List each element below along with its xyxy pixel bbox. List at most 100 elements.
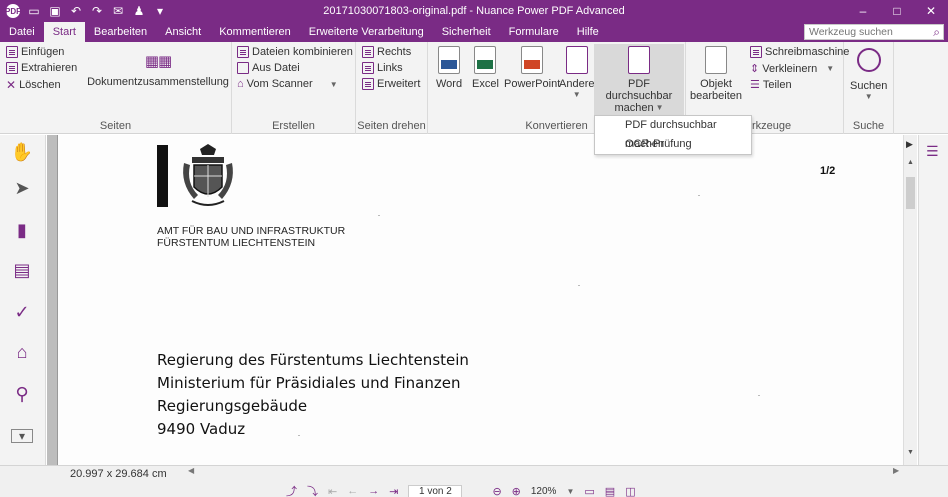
suchen-button[interactable]: Suchen ▼: [850, 46, 887, 101]
suchen-label: Suchen: [850, 80, 888, 92]
vom-scanner-button[interactable]: ⌂ Vom Scanner ▼: [237, 78, 338, 90]
teilen-button[interactable]: ☰ Teilen: [750, 78, 792, 92]
extract-page-icon: [6, 62, 18, 74]
zoom-dropdown-icon[interactable]: ▼: [566, 487, 574, 496]
objekt-bearbeiten-button[interactable]: Objekt bearbeiten: [690, 46, 742, 102]
erweitert-button[interactable]: Erweitert: [362, 78, 420, 90]
zoom-level[interactable]: 120%: [531, 486, 557, 497]
pdf-durchsuchbar-button[interactable]: PDF durchsuchbar machen ▼: [594, 44, 684, 116]
dokumentzusammenstellung-button[interactable]: ▦▦ Dokumentzusammenstellung: [87, 52, 229, 88]
continuous-view-icon[interactable]: ▤: [605, 485, 615, 497]
typewriter-icon: [750, 46, 762, 58]
tab-datei[interactable]: Datei: [0, 22, 44, 42]
powerpoint-button[interactable]: PowerPoint: [504, 46, 560, 90]
document-view[interactable]: AMT FÜR BAU UND INFRASTRUKTUR FÜRSTENTUM…: [47, 135, 903, 465]
tab-ansicht[interactable]: Ansicht: [156, 22, 210, 42]
tab-start[interactable]: Start: [43, 22, 85, 42]
tab-hilfe[interactable]: Hilfe: [568, 22, 608, 42]
stamps-icon[interactable]: ⌂: [11, 341, 33, 363]
scroll-down-icon[interactable]: ▼: [907, 449, 914, 456]
scan-speck: [578, 285, 580, 286]
signatures-icon[interactable]: ✓: [11, 301, 33, 323]
loeschen-button[interactable]: ✕ Löschen: [6, 78, 61, 92]
tab-formulare[interactable]: Formulare: [500, 22, 568, 42]
app-window: PDF ▭ ▣ ↶ ↷ ✉ ♟ ▾ 20171030071803-origina…: [0, 0, 948, 497]
einfuegen-button[interactable]: Einfügen: [6, 46, 64, 58]
tab-bearbeiten[interactable]: Bearbeiten: [85, 22, 156, 42]
menu-item-ocr-pruefung[interactable]: OCR-Prüfung: [595, 135, 751, 154]
excel-button[interactable]: Excel: [472, 46, 499, 90]
undo-icon[interactable]: ↶: [69, 4, 83, 18]
bookmarks-icon[interactable]: ▮: [11, 219, 33, 241]
address-line-3: Regierungsgebäude: [157, 397, 308, 415]
andere-dropdown-icon[interactable]: ▼: [573, 90, 581, 99]
stamp-icon[interactable]: ♟: [132, 4, 146, 18]
scroll-left-icon[interactable]: ◀: [188, 466, 194, 475]
scroll-up-icon[interactable]: ▲: [907, 159, 914, 166]
links-button[interactable]: Links: [362, 62, 403, 74]
rechts-button[interactable]: Rechts: [362, 46, 411, 58]
single-page-view-icon[interactable]: ▭: [584, 485, 594, 497]
next-page-icon[interactable]: →: [368, 485, 379, 497]
erweitert-label: Erweitert: [377, 78, 421, 90]
menu-item-pdf-durchsuchbar-machen[interactable]: PDF durchsuchbar machen: [595, 116, 751, 150]
andere-button[interactable]: Andere ▼: [559, 46, 594, 99]
open-icon[interactable]: ▭: [27, 4, 41, 18]
hand-tool-icon[interactable]: ✋: [11, 141, 33, 163]
loeschen-label: Löschen: [19, 79, 61, 91]
verkleinern-label: Verkleinern: [762, 62, 818, 75]
address-line-4: 9490 Vaduz: [157, 420, 246, 438]
file-icon: [237, 62, 249, 74]
verkleinern-dropdown-icon[interactable]: ▼: [826, 64, 834, 73]
quick-access-toolbar: PDF ▭ ▣ ↶ ↷ ✉ ♟ ▾: [0, 0, 167, 22]
save-icon[interactable]: ▣: [48, 4, 62, 18]
panel-expand-icon[interactable]: ▾: [11, 429, 33, 443]
last-page-icon[interactable]: ⇥: [389, 485, 398, 497]
suchen-dropdown-icon[interactable]: ▼: [865, 92, 873, 101]
rotate-view-left-icon[interactable]: ⤴: [286, 483, 297, 497]
facing-pages-view-icon[interactable]: ◫: [625, 485, 635, 497]
extrahieren-button[interactable]: Extrahieren: [6, 62, 77, 74]
verkleinern-button[interactable]: ⇕ Verkleinern ▼: [750, 62, 834, 76]
address-line-1: Regierung des Fürstentums Liechtenstein: [157, 351, 469, 369]
scanner-dropdown-icon[interactable]: ▼: [330, 80, 338, 89]
group-suche: Suchen ▼ Suche: [844, 42, 894, 134]
vertical-scrollbar[interactable]: ▶ ▲ ▼: [903, 135, 917, 465]
page-navigation: ⤴ ⤵ ⇤ ← → ⇥ ⊖ ⊕ 120% ▼ ▭ ▤ ◫: [286, 483, 636, 497]
email-icon[interactable]: ✉: [111, 4, 125, 18]
select-tool-icon[interactable]: ➤: [11, 177, 33, 199]
schreibmaschine-button[interactable]: Schreibmaschine: [750, 46, 849, 58]
customize-icon[interactable]: ▾: [153, 4, 167, 18]
rotate-view-right-icon[interactable]: ⤵: [307, 483, 318, 497]
searchable-pdf-icon: [628, 46, 650, 74]
authority-header: AMT FÜR BAU UND INFRASTRUKTUR FÜRSTENTUM…: [157, 225, 345, 249]
liechtenstein-coat-of-arms-icon: [183, 144, 233, 206]
tab-erweiterte-verarbeitung[interactable]: Erweiterte Verarbeitung: [300, 22, 433, 42]
search-icon[interactable]: ⌕: [933, 25, 940, 40]
tab-kommentieren[interactable]: Kommentieren: [210, 22, 300, 42]
pages-icon[interactable]: ▤: [11, 259, 33, 281]
scroll-thumb[interactable]: [906, 177, 915, 209]
first-page-icon[interactable]: ⇤: [328, 485, 337, 497]
export-other-icon: [565, 46, 588, 74]
page-number-field[interactable]: [408, 484, 463, 497]
attachments-icon[interactable]: ⚲: [11, 383, 33, 405]
word-button[interactable]: Word: [436, 46, 462, 90]
zoom-in-icon[interactable]: ⊕: [512, 485, 521, 497]
scroll-right-icon[interactable]: ▶: [893, 466, 899, 475]
tab-sicherheit[interactable]: Sicherheit: [433, 22, 500, 42]
pdf-durchsuchbar-dropdown-icon[interactable]: ▼: [656, 102, 664, 114]
powerpoint-icon: [521, 46, 544, 74]
previous-page-icon[interactable]: ←: [347, 485, 358, 497]
tool-search-input[interactable]: [804, 24, 944, 40]
search-results-icon[interactable]: ☰: [926, 143, 939, 160]
aus-datei-button[interactable]: Aus Datei: [237, 62, 300, 74]
dateien-kombinieren-button[interactable]: Dateien kombinieren: [237, 46, 353, 58]
minimize-icon[interactable]: –: [846, 0, 880, 22]
close-icon[interactable]: ✕: [914, 0, 948, 22]
redo-icon[interactable]: ↷: [90, 4, 104, 18]
maximize-icon[interactable]: □: [880, 0, 914, 22]
zoom-out-icon[interactable]: ⊖: [492, 485, 501, 497]
kombinieren-label: Dateien kombinieren: [252, 46, 353, 58]
panel-toggle-icon[interactable]: ▶: [906, 139, 913, 150]
